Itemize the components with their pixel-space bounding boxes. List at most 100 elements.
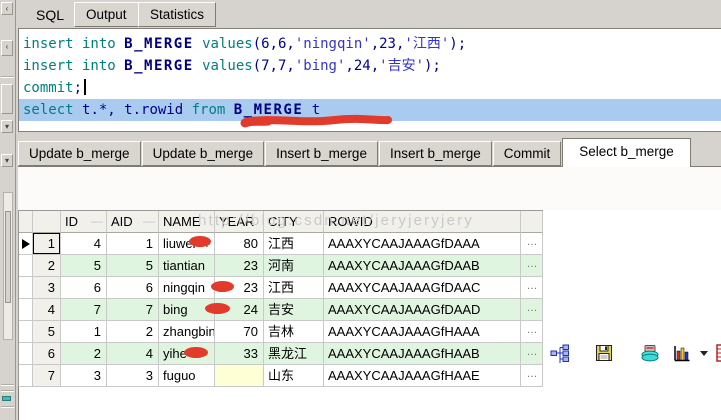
cell-aid[interactable]: 6 [107,277,159,299]
scrollbar[interactable] [3,192,13,340]
cell-aid[interactable]: 7 [107,299,159,321]
cell-rowid[interactable]: AAAXYCAAJAAAGfDAAB [324,255,521,277]
cell-name[interactable]: ningqin [159,277,215,299]
cell-detail-button[interactable]: … [521,233,543,255]
grid-row-5[interactable]: 5 1 2 zhangbin 70 吉林 AAAXYCAAJAAAGfHAAA … [19,321,543,343]
cell-rowid[interactable]: AAAXYCAAJAAAGfDAAC [324,277,521,299]
tab-update-b-merge-2[interactable]: Update b_merge [142,141,265,166]
cell-rowid[interactable]: AAAXYCAAJAAAGfHAAB [324,343,521,365]
toolbar-separator [580,339,581,369]
grid-row-1[interactable]: 1 4 1 liuwei++ 80 江西 AAAXYCAAJAAAGfDAAA … [19,233,543,255]
cell-id[interactable]: 3 [61,365,107,387]
rownum-cell[interactable]: 4 [33,299,61,321]
cell-detail-button[interactable]: … [521,365,543,387]
rownum-cell[interactable]: 1 [33,233,61,255]
cell-city[interactable]: 吉安 [264,299,324,321]
chevron-left-icon: ‹ [6,42,9,51]
watermark-mark: — [143,211,155,232]
chart-dropdown-icon[interactable] [700,351,708,356]
cell-rowid[interactable]: AAAXYCAAJAAAGfHAAA [324,321,521,343]
grid-row-4[interactable]: 4 7 7 bing 24 吉安 AAAXYCAAJAAAGfDAAD … [19,299,543,321]
cell-aid[interactable]: 4 [107,343,159,365]
cell-city[interactable]: 河南 [264,255,324,277]
cell-id[interactable]: 1 [61,321,107,343]
rownum-cell[interactable]: 7 [33,365,61,387]
cell-rowid[interactable]: AAAXYCAAJAAAGfHAAE [324,365,521,387]
cell-aid[interactable]: 2 [107,321,159,343]
indicator-cell [19,277,33,299]
tab-insert-b-merge-1[interactable]: Insert b_merge [265,141,378,166]
cell-name[interactable]: yihe++ [159,343,215,365]
column-header-name[interactable]: NAME [159,211,215,233]
grid-row-2[interactable]: 2 5 5 tiantian 23 河南 AAAXYCAAJAAAGfDAAB … [19,255,543,277]
cell-name[interactable]: liuwei++ [159,233,215,255]
cell-id[interactable]: 6 [61,277,107,299]
tab-insert-b-merge-2[interactable]: Insert b_merge [379,141,492,166]
tab-output[interactable]: Output [74,2,139,27]
tab-update-b-merge-1[interactable]: Update b_merge [18,141,141,166]
icon-fragment [2,396,11,401]
cell-detail-button[interactable]: … [521,321,543,343]
cell-name[interactable]: tiantian [159,255,215,277]
cell-city[interactable]: 江西 [264,233,324,255]
rownum-cell[interactable]: 2 [33,255,61,277]
cell-detail-button[interactable]: … [521,255,543,277]
cell-year[interactable]: 70 [215,321,264,343]
toolbar-fragment-button[interactable] [1,84,13,114]
cell-name[interactable]: zhangbin [159,321,215,343]
cell-city[interactable]: 山东 [264,365,324,387]
chart-icon[interactable] [672,343,692,363]
dropdown-fragment[interactable]: ▾ [1,154,13,167]
cell-name[interactable]: fuguo [159,365,215,387]
result-toolbar [18,167,721,210]
grid-row-3[interactable]: 3 6 6 ningqin 23 江西 AAAXYCAAJAAAGfDAAC … [19,277,543,299]
cell-city[interactable]: 黑龙江 [264,343,324,365]
cell-id[interactable]: 4 [61,233,107,255]
tab-commit[interactable]: Commit [493,141,562,166]
save-results-icon[interactable] [594,343,614,363]
rownum-cell[interactable]: 3 [33,277,61,299]
rownum-cell[interactable]: 5 [33,321,61,343]
grid-row-6[interactable]: 6 2 4 yihe++ 33 黑龙江 AAAXYCAAJAAAGfHAAB … [19,343,543,365]
cell-aid[interactable]: 1 [107,233,159,255]
grid-row-7[interactable]: 7 3 3 fuguo 山东 AAAXYCAAJAAAGfHAAE … [19,365,543,387]
cell-year[interactable]: 33 [215,343,264,365]
tab-sql[interactable]: SQL [22,4,78,26]
cell-detail-button[interactable]: … [521,277,543,299]
cell-id[interactable]: 7 [61,299,107,321]
result-grid: ID— AID— NAME YEAR CITY ROWID 1 4 1 liuw… [18,210,543,387]
dropdown-fragment[interactable]: ▾ [1,120,13,133]
cell-rowid[interactable]: AAAXYCAAJAAAGfDAAA [324,233,521,255]
sql-editor[interactable]: insert into B_MERGE values(6,6,'ningqin'… [18,28,721,132]
cell-detail-button[interactable]: … [521,343,543,365]
report-icon[interactable] [716,343,721,363]
tab-statistics[interactable]: Statistics [138,2,216,27]
cell-id[interactable]: 2 [61,343,107,365]
export-results-icon[interactable] [640,343,660,363]
collapse-left-button[interactable]: ‹ [1,2,13,15]
text-caret [84,79,86,95]
tab-select-b-merge[interactable]: Select b_merge [562,138,691,167]
cell-year[interactable]: 23 [215,255,264,277]
cell-name[interactable]: bing [159,299,215,321]
cell-city[interactable]: 吉林 [264,321,324,343]
cell-year[interactable]: 24 [215,299,264,321]
column-header-city[interactable]: CITY [264,211,324,233]
cell-city[interactable]: 江西 [264,277,324,299]
scrollbar-thumb[interactable] [5,211,11,303]
cell-aid[interactable]: 5 [107,255,159,277]
collapse-left-button[interactable]: ‹ [1,40,13,56]
cell-year-null[interactable] [215,365,264,387]
column-header-id[interactable]: ID— [61,211,107,233]
query-plan-icon[interactable] [550,343,570,363]
column-header-rowid[interactable]: ROWID [324,211,521,233]
cell-id[interactable]: 5 [61,255,107,277]
column-header-year[interactable]: YEAR [215,211,264,233]
cell-year[interactable]: 23 [215,277,264,299]
rownum-cell[interactable]: 6 [33,343,61,365]
column-header-aid[interactable]: AID— [107,211,159,233]
cell-aid[interactable]: 3 [107,365,159,387]
cell-year[interactable]: 80 [215,233,264,255]
cell-detail-button[interactable]: … [521,299,543,321]
cell-rowid[interactable]: AAAXYCAAJAAAGfDAAD [324,299,521,321]
